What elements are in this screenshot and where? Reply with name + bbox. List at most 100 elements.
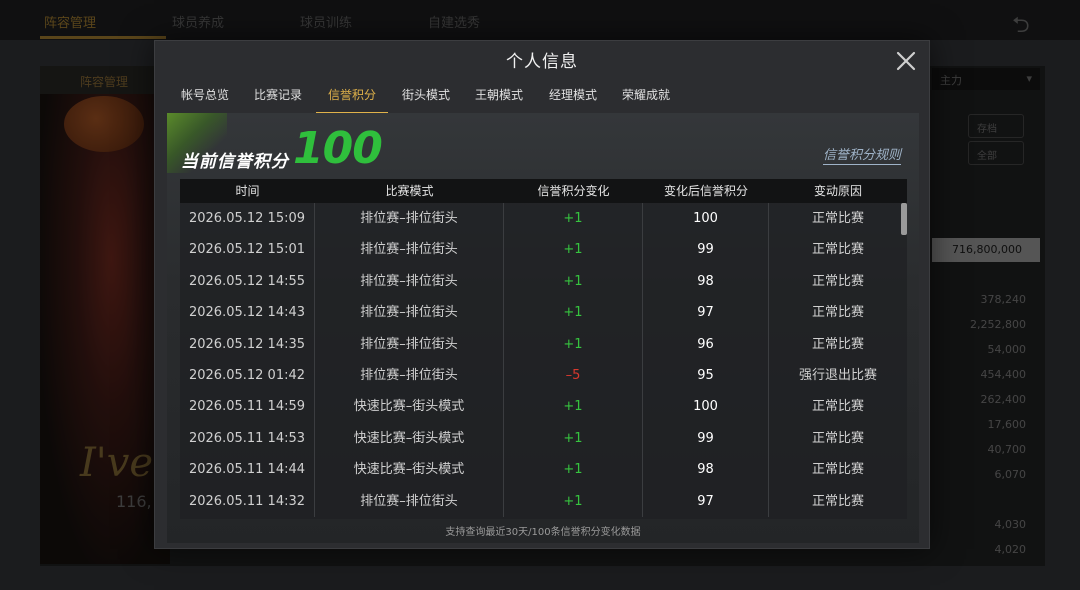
cell-time: 2026.05.11 14:44 [180,454,315,486]
cell-mode: 快速比赛–街头模式 [315,454,504,486]
save-button[interactable]: 存档 [968,114,1024,138]
table-row: 2026.05.11 14:44 快速比赛–街头模式 +1 98 正常比赛 [180,454,907,486]
score-rules-link[interactable]: 信誉积分规则 [822,144,901,165]
cell-after: 98 [643,265,769,298]
top-nav [0,0,1080,40]
filter-select-value: 主力 [940,74,962,87]
cell-mode: 快速比赛–街头模式 [315,391,504,423]
table-row: 2026.05.12 15:01 排位赛–排位街头 +1 99 正常比赛 [180,234,907,266]
cell-reason: 正常比赛 [811,211,864,226]
dialog-title: 个人信息 [506,52,578,72]
cell-after: 97 [643,297,769,329]
cell-mode: 排位赛–排位街头 [315,485,504,517]
close-icon[interactable] [895,50,917,72]
column-header-change: 信誉积分变化 [537,184,610,198]
back-icon[interactable]: ⮌ [1012,8,1030,46]
cell-reason: 正常比赛 [811,399,864,415]
all-button[interactable]: 全部 [968,141,1024,165]
cell-reason: 正常比赛 [811,336,864,352]
cell-reason: 强行退出比赛 [798,367,877,383]
current-score-label: 当前信誉积分 [181,152,289,172]
cell-after: 95 [643,359,769,392]
cell-after: 96 [643,328,769,360]
highlight-value: 716,800,000 [932,238,1040,262]
cell-after: 100 [643,391,769,423]
cell-after: 100 [643,203,769,235]
cell-mode: 快速比赛–街头模式 [315,422,504,455]
tab-street-mode[interactable]: 街头模式 [402,86,450,114]
sub-tab-lineup[interactable]: 阵容管理 [40,66,155,94]
cell-change: +1 [504,328,643,360]
stat-value: 2,252,800 [970,318,1026,331]
filter-select[interactable]: 主力 ▾ [932,68,1040,90]
cell-after: 98 [643,454,769,486]
cell-reason: 正常比赛 [811,430,864,446]
cell-reason: 正常比赛 [811,242,864,258]
cell-time: 2026.05.11 14:53 [180,422,315,455]
cell-mode: 排位赛–排位街头 [315,265,504,298]
table-row: 2026.05.12 14:43 排位赛–排位街头 +1 97 正常比赛 [180,297,907,329]
stat-value: 4,020 [994,543,1027,556]
stat-value: 6,070 [994,468,1027,481]
cell-mode: 排位赛–排位街头 [315,328,504,360]
cell-change: +1 [504,454,643,486]
tab-match-records[interactable]: 比赛记录 [254,86,302,114]
query-limit-note: 支持查询最近30天/100条信誉积分变化数据 [445,527,641,538]
stat-value: 17,600 [987,418,1027,431]
cell-time: 2026.05.12 01:42 [180,359,315,392]
table-row: 2026.05.11 14:59 快速比赛–街头模式 +1 100 正常比赛 [180,391,907,423]
column-header-reason: 变动原因 [813,184,862,198]
score-history-table: 时间 比赛模式 信誉积分变化 变化后信誉积分 变动原因 2026.05.12 1… [180,179,907,519]
cell-change: +1 [504,203,643,235]
cell-time: 2026.05.12 15:01 [180,234,315,266]
column-header-mode: 比赛模式 [385,184,434,198]
cell-mode: 排位赛–排位街头 [315,359,504,392]
cell-change: +1 [504,422,643,455]
cell-after: 99 [643,422,769,455]
cell-time: 2026.05.12 14:35 [180,328,315,360]
tab-dynasty-mode[interactable]: 王朝模式 [475,86,523,114]
tab-account-overview[interactable]: 帐号总览 [181,86,229,114]
tab-honor-achievements[interactable]: 荣耀成就 [622,86,670,114]
nav-tab-lineup[interactable]: 阵容管理 [44,12,96,31]
scrollbar-thumb[interactable] [901,203,907,235]
cell-mode: 排位赛–排位街头 [315,297,504,329]
personal-info-dialog: 个人信息 帐号总览 比赛记录 信誉积分 街头模式 王朝模式 经理模式 荣耀成就 … [154,40,930,549]
nav-tab-training[interactable]: 球员训练 [300,12,352,31]
stat-value: 4,030 [994,518,1027,531]
stat-value: 262,400 [980,393,1027,406]
tab-credit-score[interactable]: 信誉积分 [315,86,389,114]
cell-time: 2026.05.12 14:55 [180,265,315,298]
cell-time: 2026.05.11 14:32 [180,485,315,517]
credit-score-panel: 当前信誉积分 100 信誉积分规则 时间 比赛模式 信誉积分变化 变化后信誉积分… [167,113,919,543]
cell-change: +1 [504,391,643,423]
table-scrollbar[interactable] [901,203,907,519]
cell-reason: 正常比赛 [811,462,864,478]
cell-mode: 排位赛–排位街头 [315,234,504,266]
table-header: 时间 比赛模式 信誉积分变化 变化后信誉积分 变动原因 [180,179,907,203]
nav-tab-draft[interactable]: 自建选秀 [428,12,480,31]
table-row: 2026.05.11 14:53 快速比赛–街头模式 +1 99 正常比赛 [180,422,907,455]
chevron-down-icon: ▾ [1026,72,1032,85]
cell-reason: 正常比赛 [811,273,864,289]
nav-tab-development[interactable]: 球员养成 [172,12,224,31]
stat-value: 40,700 [987,443,1027,456]
basketball-image [64,96,144,152]
cell-time: 2026.05.12 15:09 [180,203,315,235]
cell-mode: 排位赛–排位街头 [315,203,504,235]
stat-value: 54,000 [987,343,1027,356]
signature-sub: 116, [116,492,152,511]
cell-change: +1 [504,234,643,266]
cell-after: 97 [643,485,769,517]
cell-after: 99 [643,234,769,266]
table-body[interactable]: 2026.05.12 15:09 排位赛–排位街头 +1 100 正常比赛 2026.05… [180,203,907,519]
cell-change: +1 [504,297,643,329]
cell-change: –5 [504,359,643,392]
cell-change: +1 [504,265,643,298]
table-row: 2026.05.12 01:42 排位赛–排位街头 –5 95 强行退出比赛 [180,359,907,392]
cell-reason: 正常比赛 [811,305,864,321]
table-row: 2026.05.12 14:35 排位赛–排位街头 +1 96 正常比赛 [180,328,907,360]
tab-manager-mode[interactable]: 经理模式 [549,86,597,114]
table-row: 2026.05.12 15:09 排位赛–排位街头 +1 100 正常比赛 [180,203,907,235]
column-header-after: 变化后信誉积分 [663,184,748,198]
